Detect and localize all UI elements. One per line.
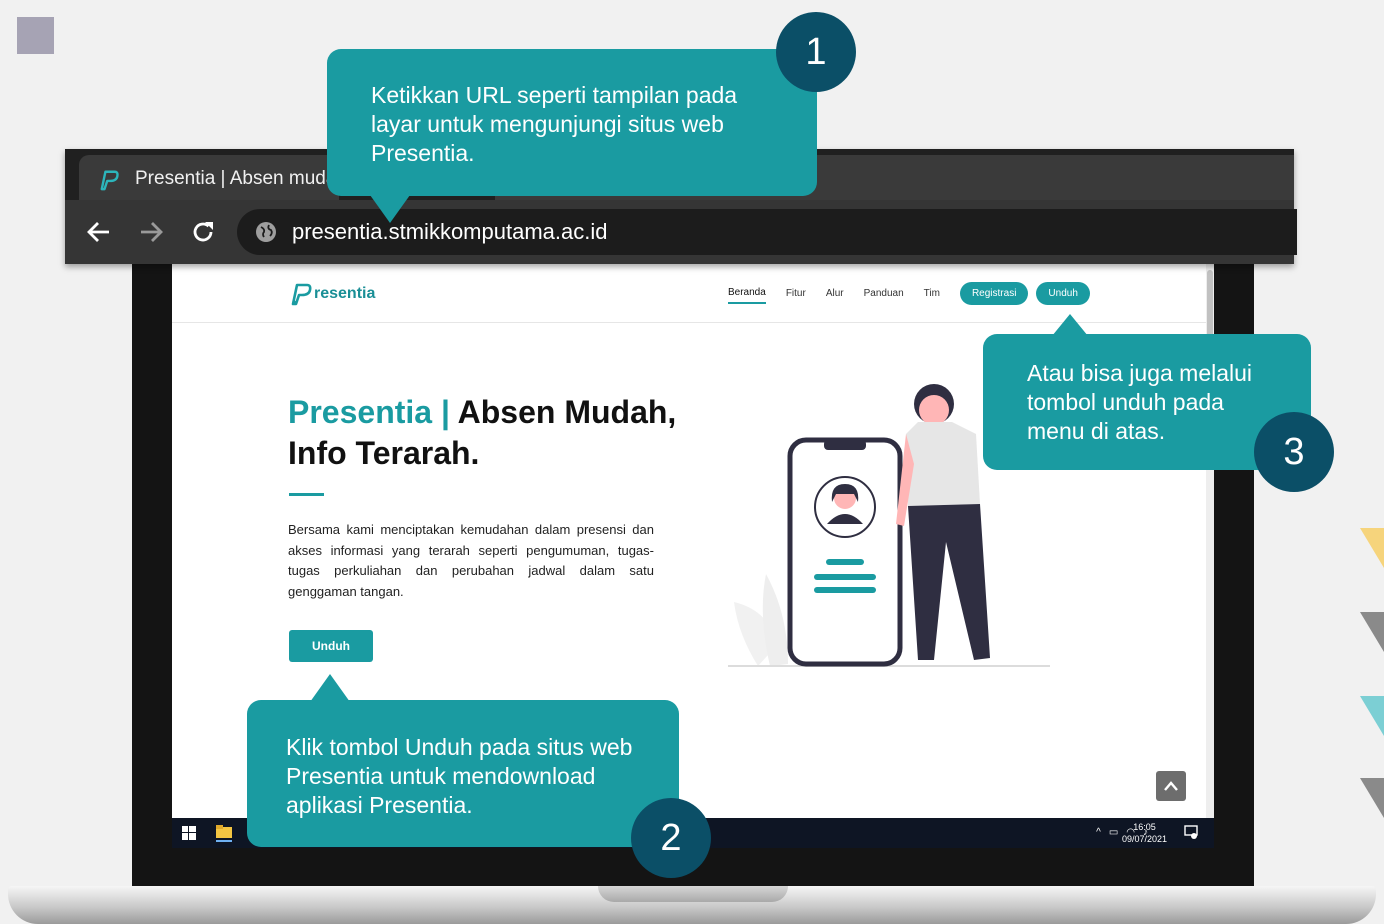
nav-tim[interactable]: Tim bbox=[924, 284, 940, 303]
presentia-logo-icon bbox=[291, 283, 312, 306]
file-explorer-icon[interactable] bbox=[216, 824, 232, 842]
callout-2-pointer bbox=[310, 674, 350, 702]
hero-title-accent: Presentia | bbox=[288, 394, 450, 430]
reload-icon[interactable] bbox=[189, 218, 217, 246]
hero-unduh-button[interactable]: Unduh bbox=[289, 630, 373, 662]
forward-arrow-icon[interactable] bbox=[137, 218, 165, 246]
browser-tab-title: Presentia | Absen muda bbox=[135, 168, 337, 189]
clock-date: 09/07/2021 bbox=[1122, 834, 1168, 844]
callout-3-pointer bbox=[1052, 314, 1088, 336]
hero-divider bbox=[289, 493, 324, 496]
nav-alur[interactable]: Alur bbox=[826, 284, 844, 303]
scroll-to-top-button[interactable] bbox=[1156, 771, 1186, 801]
chevron-up-icon bbox=[1164, 781, 1178, 791]
decorative-triangles bbox=[1360, 528, 1384, 818]
nav-beranda[interactable]: Beranda bbox=[728, 283, 766, 304]
browser-tab[interactable]: Presentia | Absen muda bbox=[79, 155, 339, 200]
address-url: presentia.stmikkomputama.ac.id bbox=[292, 219, 608, 244]
battery-icon[interactable]: ▭ bbox=[1109, 827, 1118, 838]
laptop-notch bbox=[598, 886, 788, 902]
windows-start-icon[interactable] bbox=[182, 826, 196, 840]
site-navbar: resentia Beranda Fitur Alur Panduan Tim … bbox=[172, 264, 1206, 323]
clock-time: 16:05 bbox=[1133, 822, 1156, 832]
taskbar-clock[interactable]: 16:05 09/07/2021 bbox=[1122, 821, 1167, 845]
globe-icon bbox=[256, 222, 276, 242]
unduh-nav-button[interactable]: Unduh bbox=[1036, 282, 1090, 305]
step-badge-1: 1 bbox=[776, 12, 856, 92]
site-logo-text: resentia bbox=[314, 285, 376, 302]
site-logo[interactable]: resentia bbox=[290, 282, 375, 306]
hero-title: Presentia | Absen Mudah, Info Terarah. bbox=[288, 392, 688, 474]
notification-icon[interactable] bbox=[1184, 825, 1198, 839]
corner-square bbox=[17, 17, 54, 54]
step-badge-2: 2 bbox=[631, 798, 711, 878]
page-scrollbar-thumb[interactable] bbox=[1207, 270, 1213, 340]
nav-fitur[interactable]: Fitur bbox=[786, 284, 806, 303]
site-menu: Beranda Fitur Alur Panduan Tim Registras… bbox=[728, 282, 1090, 305]
callout-1-pointer bbox=[370, 195, 410, 223]
registrasi-button[interactable]: Registrasi bbox=[959, 282, 1029, 305]
nav-panduan[interactable]: Panduan bbox=[864, 284, 904, 303]
step-badge-3: 3 bbox=[1254, 412, 1334, 492]
browser-toolbar: presentia.stmikkomputama.ac.id bbox=[65, 200, 1297, 264]
presentia-favicon-icon bbox=[100, 170, 119, 191]
callout-1: Ketikkan URL seperti tampilan pada layar… bbox=[327, 49, 817, 196]
callout-2: Klik tombol Unduh pada situs web Present… bbox=[247, 700, 679, 847]
hero-description: Bersama kami menciptakan kemudahan dalam… bbox=[288, 522, 654, 599]
back-arrow-icon[interactable] bbox=[85, 218, 113, 246]
chevron-up-icon[interactable]: ^ bbox=[1096, 827, 1101, 838]
